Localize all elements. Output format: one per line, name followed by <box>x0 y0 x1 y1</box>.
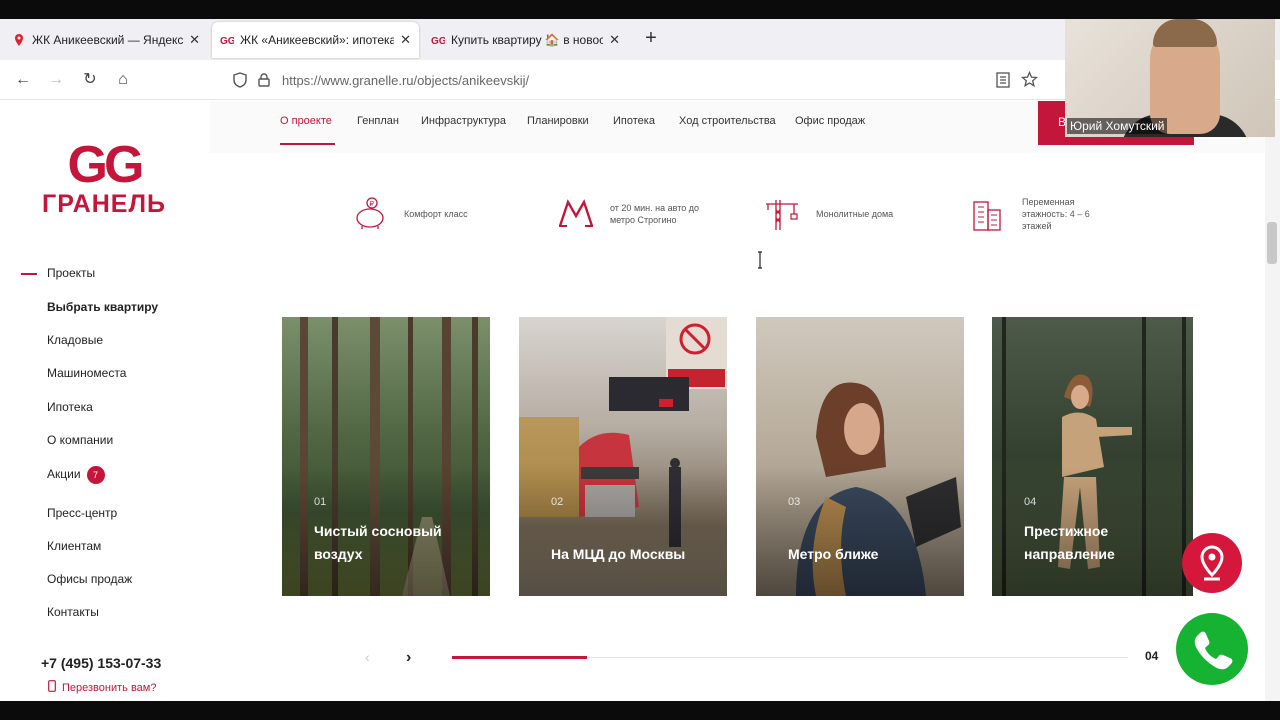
card-shade <box>519 466 727 596</box>
feature-comfort: ₽ Комфорт класс <box>352 196 494 232</box>
feature-metro: от 20 мин. на авто до метро Строгино <box>558 196 710 232</box>
sidebar-item-clients[interactable]: Клиентам <box>47 539 101 553</box>
webcam-person-hair <box>1153 19 1217 47</box>
scrollbar-thumb[interactable] <box>1267 222 1277 264</box>
granel-gg-icon: GG <box>431 36 445 47</box>
sidebar-item-company[interactable]: О компании <box>47 433 113 447</box>
subnav-item-mortgage[interactable]: Ипотека <box>613 115 655 127</box>
feature-floors: Переменная этажность: 4 – 6 этажей <box>970 196 1102 232</box>
feature-text: Монолитные дома <box>816 209 894 219</box>
home-icon[interactable]: ⌂ <box>111 68 135 92</box>
card-title: На МЦД до Москвы <box>551 546 686 562</box>
shield-icon[interactable] <box>232 72 248 88</box>
granel-logo[interactable]: GG ГРАНЕЛЬ <box>40 139 170 217</box>
sidebar-item-offices[interactable]: Офисы продаж <box>47 572 132 586</box>
slider-counter: 04 <box>1145 649 1159 663</box>
tab-label: ЖК Аникеевский — Яндекс.Карты <box>32 33 184 47</box>
phone-number[interactable]: +7 (495) 153-07-33 <box>41 655 161 671</box>
tab-anikeevsky[interactable]: GG ЖК «Аникеевский»: ипотека и ✕ <box>212 22 419 58</box>
map-fab-button[interactable] <box>1182 533 1242 593</box>
card-prestige[interactable]: 04 Престижное направление <box>992 317 1193 596</box>
subnav-item-sales-office[interactable]: Офис продаж <box>795 115 865 127</box>
card-pine-air[interactable]: 01 Чистый сосновый воздух <box>282 317 490 596</box>
sidebar-item-choose-apartment[interactable]: Выбрать квартиру <box>47 300 158 314</box>
card-number: 01 <box>314 496 327 508</box>
url-text[interactable]: https://www.granelle.ru/objects/anikeevs… <box>282 73 529 88</box>
slider-prev-button[interactable]: ‹ <box>365 649 370 665</box>
card-title: Метро ближе <box>788 546 879 562</box>
logo-name: ГРАНЕЛЬ <box>42 190 166 218</box>
sidebar-item-contacts[interactable]: Контакты <box>47 605 99 619</box>
card-title: Престижное направление <box>1024 523 1115 562</box>
sidebar-item-press[interactable]: Пресс-центр <box>47 506 117 520</box>
webcam-overlay: Юрий Хомутский <box>1065 19 1275 137</box>
slider-next-button[interactable]: › <box>406 649 411 667</box>
text-cursor-icon <box>758 251 762 269</box>
web-page: О проекте Генплан Инфраструктура Планиро… <box>0 101 1265 701</box>
close-tab-icon[interactable]: ✕ <box>400 32 411 48</box>
card-metro[interactable]: 03 Метро ближе <box>756 317 964 596</box>
piggy-bank-icon: ₽ <box>356 197 384 229</box>
close-tab-icon[interactable]: ✕ <box>189 32 200 48</box>
promotions-count-badge: 7 <box>86 466 105 484</box>
webcam-name-label: Юрий Хомутский <box>1067 118 1168 134</box>
sidebar-item-storage[interactable]: Кладовые <box>47 333 103 347</box>
subnav-item-infrastructure[interactable]: Инфраструктура <box>421 115 506 127</box>
feature-monolithic: Монолитные дома <box>764 196 906 232</box>
feature-text: от 20 мин. на авто до метро Строгино <box>610 203 699 225</box>
phone-icon <box>1194 631 1233 670</box>
card-shade <box>756 466 964 596</box>
address-bar[interactable]: https://www.granelle.ru/objects/anikeevs… <box>232 65 1052 95</box>
back-icon[interactable]: ← <box>11 68 35 92</box>
tab-label: ЖК «Аникеевский»: ипотека и <box>240 33 395 47</box>
logo-mark: GG <box>67 136 145 194</box>
sidebar-active-dash <box>21 273 37 275</box>
card-title: Чистый сосновый воздух <box>314 523 442 562</box>
os-top-bar <box>0 0 1280 19</box>
forward-icon[interactable]: → <box>44 68 68 92</box>
granel-gg-icon: GG <box>220 36 234 47</box>
mobile-phone-icon <box>48 680 56 692</box>
card-number: 03 <box>788 496 801 508</box>
subnav-item-about[interactable]: О проекте <box>280 115 332 127</box>
svg-text:GG: GG <box>220 36 234 47</box>
slider-progress-fill <box>452 656 587 659</box>
lock-icon[interactable] <box>256 72 272 88</box>
card-number: 02 <box>551 496 564 508</box>
bookmark-star-icon[interactable] <box>1021 71 1038 88</box>
tab-yandex-maps[interactable]: ЖК Аникеевский — Яндекс.Карты ✕ <box>4 22 208 58</box>
subnav-item-construction[interactable]: Ход строительства <box>679 115 776 127</box>
svg-text:GG: GG <box>431 36 445 47</box>
tab-buy-apartment[interactable]: GG Купить квартиру 🏠 в новостройке ✕ <box>423 22 628 58</box>
map-pin-icon <box>1200 545 1224 581</box>
svg-text:₽: ₽ <box>370 200 375 208</box>
os-bottom-bar <box>0 701 1280 720</box>
call-fab-button[interactable] <box>1176 613 1248 685</box>
callback-link[interactable]: Перезвонить вам? <box>48 680 156 694</box>
feature-text: Переменная этажность: 4 – 6 этажей <box>1022 197 1090 231</box>
page-scrollbar[interactable] <box>1265 101 1280 701</box>
new-tab-button[interactable]: + <box>640 27 662 51</box>
subnav-item-genplan[interactable]: Генплан <box>357 115 399 127</box>
callback-label: Перезвонить вам? <box>62 682 157 694</box>
buildings-icon <box>973 201 1001 231</box>
crane-icon <box>766 200 798 230</box>
tab-label: Купить квартиру 🏠 в новостройке <box>451 33 604 47</box>
sidebar-item-parking[interactable]: Машиноместа <box>47 366 126 380</box>
sidebar-item-projects[interactable]: Проекты <box>47 266 95 280</box>
card-number: 04 <box>1024 496 1037 508</box>
map-pin-icon <box>15 34 23 46</box>
reader-view-icon[interactable] <box>996 72 1010 88</box>
metro-icon <box>558 199 594 227</box>
feature-text: Комфорт класс <box>404 209 468 219</box>
reload-icon[interactable]: ↻ <box>78 68 102 92</box>
sidebar-item-label: Акции <box>47 467 81 482</box>
card-mcd[interactable]: 02 На МЦД до Москвы <box>519 317 727 596</box>
sidebar-item-promotions[interactable]: Акции 7 <box>47 466 105 484</box>
subnav-item-layouts[interactable]: Планировки <box>527 115 589 127</box>
close-tab-icon[interactable]: ✕ <box>609 32 620 48</box>
subnav-active-underline <box>280 143 335 145</box>
sidebar-item-mortgage[interactable]: Ипотека <box>47 400 93 414</box>
